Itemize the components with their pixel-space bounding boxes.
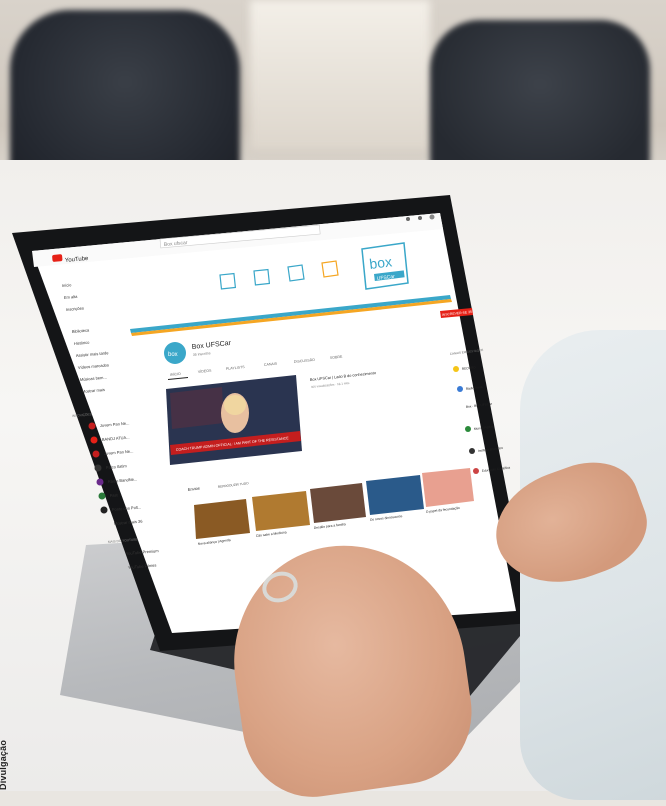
sidebar-more-title: MAIS DO YOUTUBE [108, 537, 138, 544]
featured-channel-2[interactable]: Rádio Nova [466, 385, 483, 391]
sidebar-sub-7[interactable]: Ponto dos Polt... [112, 504, 142, 512]
sidebar-item-home[interactable]: Início [62, 282, 73, 288]
sub-icon-7 [100, 506, 108, 514]
featured-channel-4[interactable]: Mundo Fútbol [474, 425, 494, 431]
video-title-3[interactable]: Desafio para a família [314, 522, 346, 530]
avatar[interactable] [429, 214, 435, 220]
sub-icon-5 [96, 478, 104, 486]
featured-channel-3[interactable]: Box · Box UFSCar [466, 402, 493, 409]
channel-icon-1 [453, 366, 459, 372]
background-chair-right [430, 20, 650, 180]
tab-canais[interactable]: CANAIS [264, 362, 278, 367]
featured-channels-title: CANAIS EM DESTAQUE [450, 348, 484, 356]
tab-inicio[interactable]: INÍCIO [170, 372, 182, 377]
featured-video-title[interactable]: Box UFSCar | Lado B do conhecimento [310, 371, 376, 382]
channel-icon-5 [469, 448, 475, 454]
video-thumb-4[interactable] [366, 475, 424, 515]
sidebar-sub-3[interactable]: Jovem Pan Ne... [104, 448, 134, 456]
sidebar-item-history[interactable]: Histórico [74, 340, 91, 346]
video-title-4[interactable]: Os novos dinossauros [370, 514, 403, 522]
featured-video-scene [170, 387, 224, 429]
sidebar-item-liked[interactable]: Vídeos marcados [78, 362, 109, 370]
tab-discussao[interactable]: DISCUSSÃO [294, 357, 316, 364]
channel-avatar-text: box [168, 352, 178, 358]
sidebar-premium[interactable]: YouTube Premium [126, 548, 160, 556]
banner-logo-main: box [368, 253, 392, 272]
tab-sobre[interactable]: SOBRE [330, 355, 344, 360]
youtube-logo-text: YouTube [65, 256, 90, 264]
channel-name: Box UFSCar [191, 340, 231, 351]
featured-channels-list: RECORD Rádio Nova Box · Box UFSCar Mundo… [453, 365, 510, 474]
video-title-5[interactable]: O papel da fecundação [426, 506, 460, 514]
featured-channel-6[interactable]: Educação Científica [482, 466, 511, 473]
anchor-hair [224, 395, 246, 415]
sidebar-item-subscriptions[interactable]: Inscrições [66, 305, 84, 312]
channel-subscribers: 35 inscritos [193, 351, 211, 357]
channel-icon-2 [457, 386, 463, 392]
video-thumb-3[interactable] [310, 483, 366, 523]
sub-icon-6 [98, 492, 106, 500]
channel-icon-6 [473, 468, 479, 474]
sub-icon-2 [90, 436, 98, 444]
sidebar-sub-4[interactable]: Palco Itatim [106, 463, 128, 470]
featured-video-meta: 466 visualizações · há 1 mês [311, 381, 350, 389]
tab-active-indicator [168, 377, 188, 380]
sidebar-item-library[interactable]: Biblioteca [72, 327, 90, 334]
background-window-glow [250, 0, 430, 150]
sub-icon-1 [88, 422, 96, 430]
photo-credit-text: Divulgação [0, 739, 8, 790]
video-thumb-2[interactable] [252, 491, 310, 531]
sub-icon-4 [94, 464, 102, 472]
sidebar-item-watch-later[interactable]: Assistir mais tarde [76, 350, 110, 358]
sidebar-subscriptions-title: INSCRIÇÕES [72, 411, 92, 418]
tab-videos[interactable]: VÍDEOS [198, 369, 213, 374]
sidebar-item-music[interactable]: Músicas bem... [80, 375, 107, 382]
play-all-button[interactable]: REPRODUZIR TUDO [218, 481, 250, 489]
uploads-title: Envios [188, 486, 201, 492]
sidebar-sub-2[interactable]: BANDJ ATUA... [102, 435, 130, 442]
video-thumb-5[interactable] [422, 468, 474, 507]
sidebar-movies[interactable]: YouTube Filmes [128, 563, 157, 570]
channel-icon-4 [465, 426, 471, 432]
video-thumb-1[interactable] [194, 499, 250, 539]
photo-credit: Divulgação [0, 724, 12, 790]
sidebar-item-show-more[interactable]: Mostrar mais [82, 387, 105, 394]
video-title-1[interactable]: Nova aliança | Agenda [198, 538, 231, 546]
featured-channel-5[interactable]: Instituto Brasileiro [478, 446, 504, 453]
apps-icon[interactable] [406, 217, 410, 221]
sidebar-sub-6[interactable]: Fast [110, 492, 119, 498]
sidebar-item-trending[interactable]: Em alta [64, 294, 79, 300]
youtube-logo-icon [52, 254, 63, 262]
sidebar-sub-5[interactable]: Rádio BandNe... [108, 476, 138, 484]
sidebar-sub-1[interactable]: Jovem Pan Ne... [100, 420, 130, 428]
sub-icon-3 [92, 450, 100, 458]
sidebar-show-more-subs[interactable]: Mostrar mais 36 [114, 518, 144, 526]
featured-channel-1[interactable]: RECORD [462, 365, 477, 371]
video-title-2[interactable]: Cão sabe a Medicina [256, 530, 287, 538]
tab-playlists[interactable]: PLAYLISTS [226, 365, 246, 371]
channel-tabs: INÍCIO VÍDEOS PLAYLISTS CANAIS DISCUSSÃO… [170, 355, 344, 377]
notifications-icon[interactable] [418, 216, 422, 220]
